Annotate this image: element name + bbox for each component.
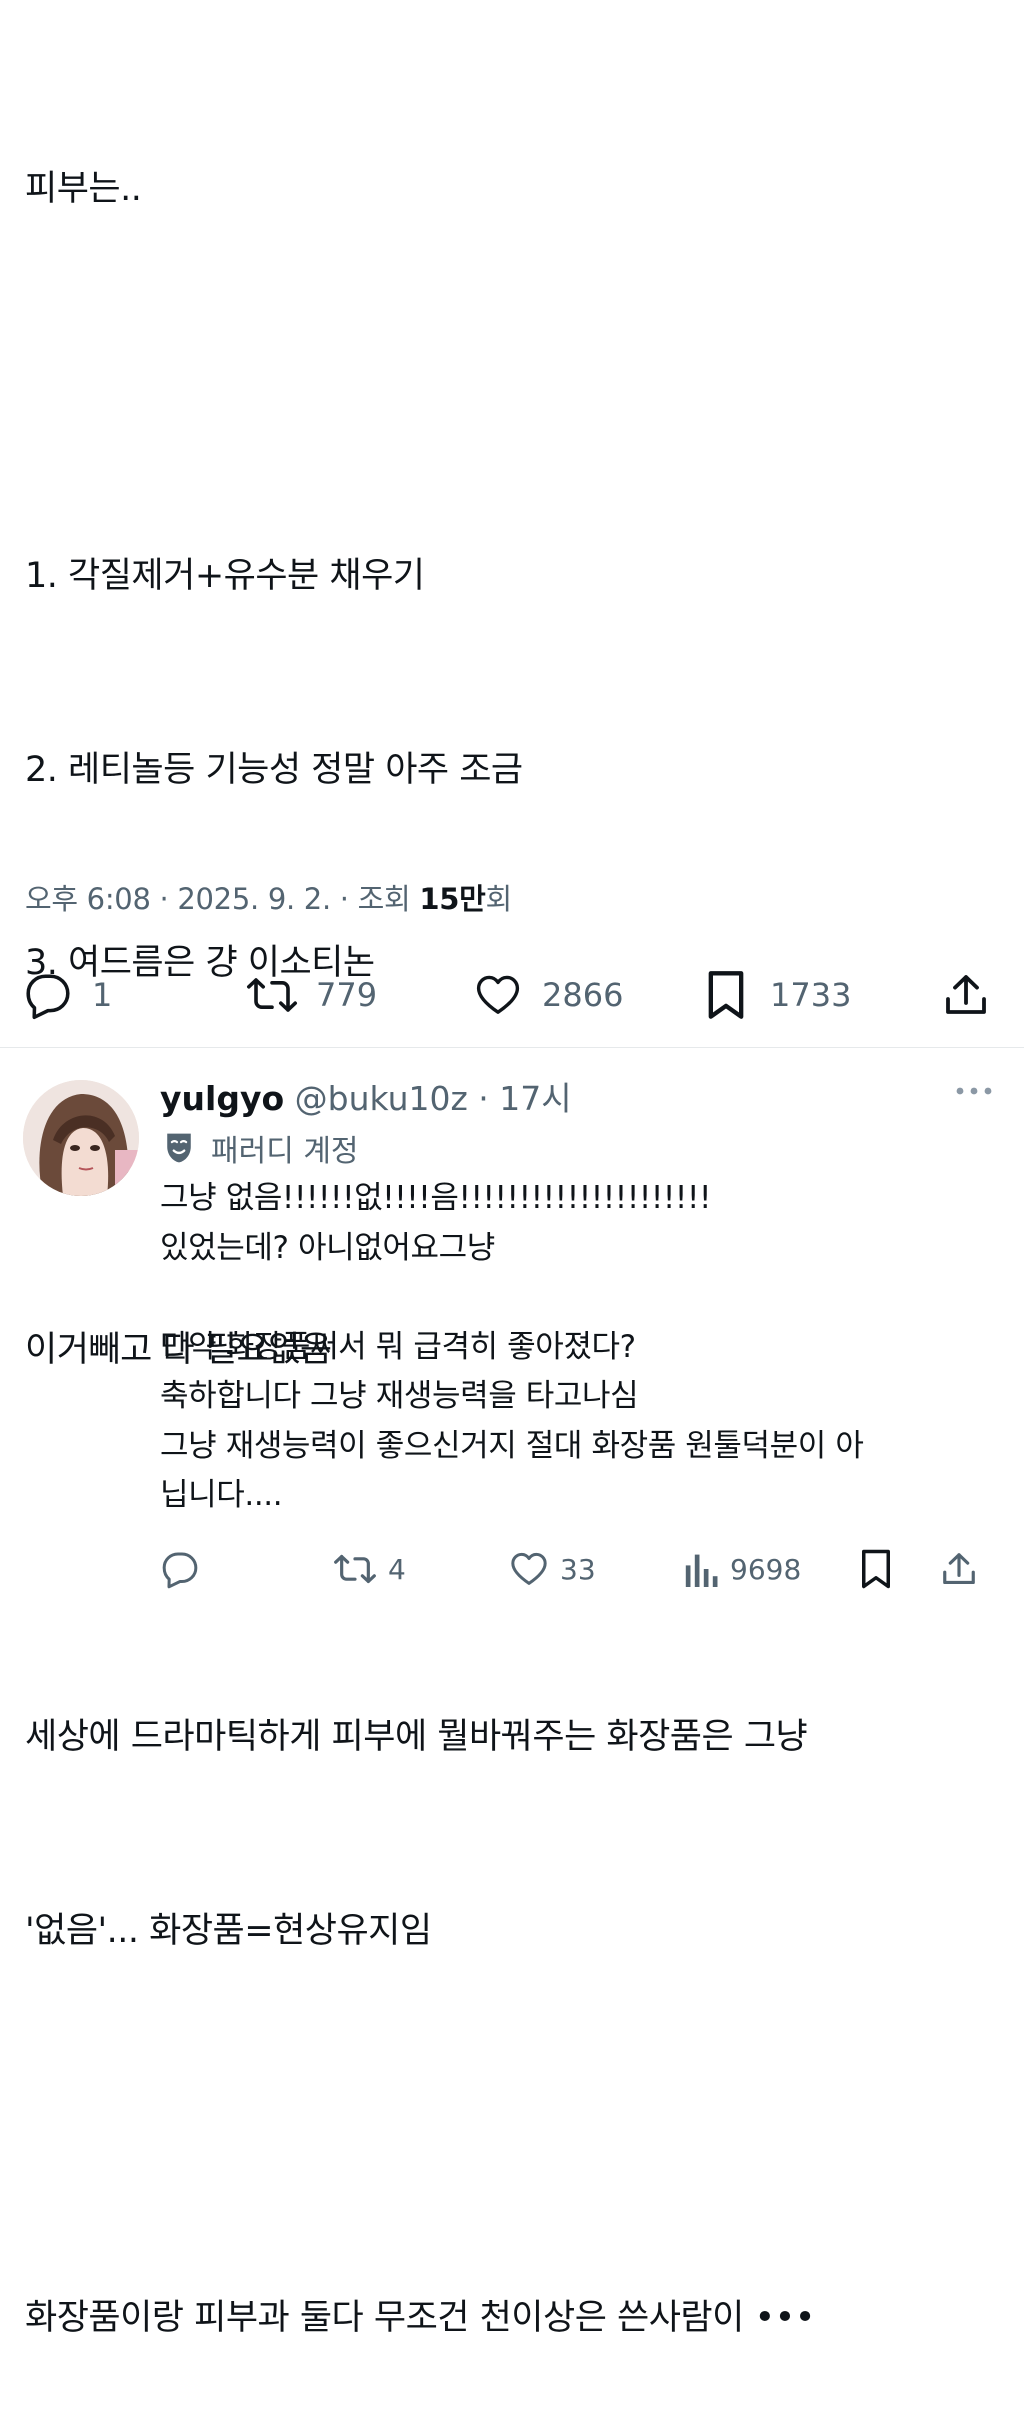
reply-author-handle[interactable]: @buku10z · 17시 xyxy=(295,1079,572,1118)
more-options-button[interactable] xyxy=(954,1082,994,1101)
heart-icon xyxy=(472,969,524,1021)
tweet-line xyxy=(25,351,1005,416)
bookmark-icon xyxy=(700,969,752,1021)
tweet-date[interactable]: 2025. 9. 2. xyxy=(177,882,331,916)
bookmark-count: 1733 xyxy=(770,976,852,1014)
tweet-line: '없음'... 화장품=현상유지임 xyxy=(25,1910,432,1951)
retweet-icon xyxy=(334,1554,376,1584)
tweet-action-bar: 1 779 2866 1733 xyxy=(0,960,1024,1030)
share-icon xyxy=(943,1553,975,1585)
reply-reply-button[interactable] xyxy=(160,1540,210,1598)
analytics-icon xyxy=(685,1554,718,1587)
like-button[interactable]: 2866 xyxy=(472,960,623,1030)
reply-line: 축하합니다 그냥 재생능력을 타고나심 xyxy=(160,1378,639,1414)
reply-action-bar: 4 33 9698 xyxy=(0,1540,1024,1598)
tweet-line: 1. 각질제거+유수분 채우기 xyxy=(25,556,425,596)
reply-views-count: 9698 xyxy=(730,1552,802,1586)
parody-label: 패러디 계정 xyxy=(211,1134,359,1169)
views-count: 15만 xyxy=(419,882,486,916)
retweet-button[interactable]: 779 xyxy=(246,960,377,1030)
reply-author-name[interactable]: yulgyo xyxy=(160,1079,284,1118)
tweet-line xyxy=(25,2092,1005,2157)
avatar[interactable] xyxy=(23,1080,139,1196)
reply-like-button[interactable]: 33 xyxy=(508,1540,596,1598)
reply-views-button[interactable]: 9698 xyxy=(684,1540,801,1598)
meta-separator: · xyxy=(150,882,178,916)
reply-header: yulgyo @buku10z · 17시 xyxy=(160,1072,572,1120)
parody-badge: 패러디 계정 xyxy=(163,1126,359,1170)
reply-count: 1 xyxy=(92,976,113,1014)
reply-button[interactable]: 1 xyxy=(22,960,112,1030)
views-label: 조회 xyxy=(357,882,420,916)
bookmark-button[interactable]: 1733 xyxy=(700,960,851,1030)
reply-icon xyxy=(22,969,74,1021)
retweet-icon xyxy=(246,969,298,1021)
reply-like-count: 33 xyxy=(560,1552,596,1586)
tweet-line-truncated[interactable]: 화장품이랑 피부과 둘다 무조건 천이상은 쓴사람이 ••• xyxy=(25,2286,1005,2351)
more-icon xyxy=(956,1087,992,1095)
tweet-time[interactable]: 오후 6:08 xyxy=(25,882,151,916)
reply-line: 있었는데? 아니없어요그냥 xyxy=(160,1229,495,1266)
reply-line: 그냥 재생능력이 좋으신거지 절대 화장품 원툴덕분이 아 xyxy=(160,1427,864,1464)
reply-bookmark-button[interactable] xyxy=(858,1540,894,1598)
retweet-count: 779 xyxy=(316,976,378,1014)
views-suffix: 회 xyxy=(485,882,512,916)
share-icon xyxy=(940,969,992,1021)
tweet-line: 피부는.. xyxy=(25,169,142,209)
tweet-line: 2. 레티놀등 기능성 정말 아주 조금 xyxy=(25,749,523,790)
bookmark-icon xyxy=(862,1549,890,1589)
divider xyxy=(0,1047,1024,1048)
reply-line: 닙니다.... xyxy=(160,1477,283,1513)
reply-line: 만약 화장품써서 뭐 급격히 좋아졌다? xyxy=(160,1328,636,1365)
heart-icon xyxy=(511,1552,547,1585)
meta-separator: · xyxy=(330,882,358,916)
reply-line: 그냥 없음!!!!!!없!!!!음!!!!!!!!!!!!!!!!!!!!! xyxy=(160,1180,712,1216)
tweet-meta: 오후 6:08 · 2025. 9. 2. · 조회 15만회 xyxy=(25,876,512,918)
reply-retweet-button[interactable]: 4 xyxy=(332,1540,406,1598)
parody-mask-icon xyxy=(163,1131,197,1165)
reply-retweet-count: 4 xyxy=(388,1552,406,1586)
like-count: 2866 xyxy=(542,976,624,1014)
reply-text: 그냥 없음!!!!!!없!!!!음!!!!!!!!!!!!!!!!!!!!! 있… xyxy=(160,1174,1010,1521)
tweet-line: 세상에 드라마틱하게 피부에 뭘바꿔주는 화장품은 그냥 xyxy=(25,1717,808,1757)
reply-share-button[interactable] xyxy=(940,1540,978,1598)
reply-line xyxy=(160,1273,1010,1323)
share-button[interactable] xyxy=(940,960,992,1030)
reply-icon xyxy=(162,1552,198,1589)
